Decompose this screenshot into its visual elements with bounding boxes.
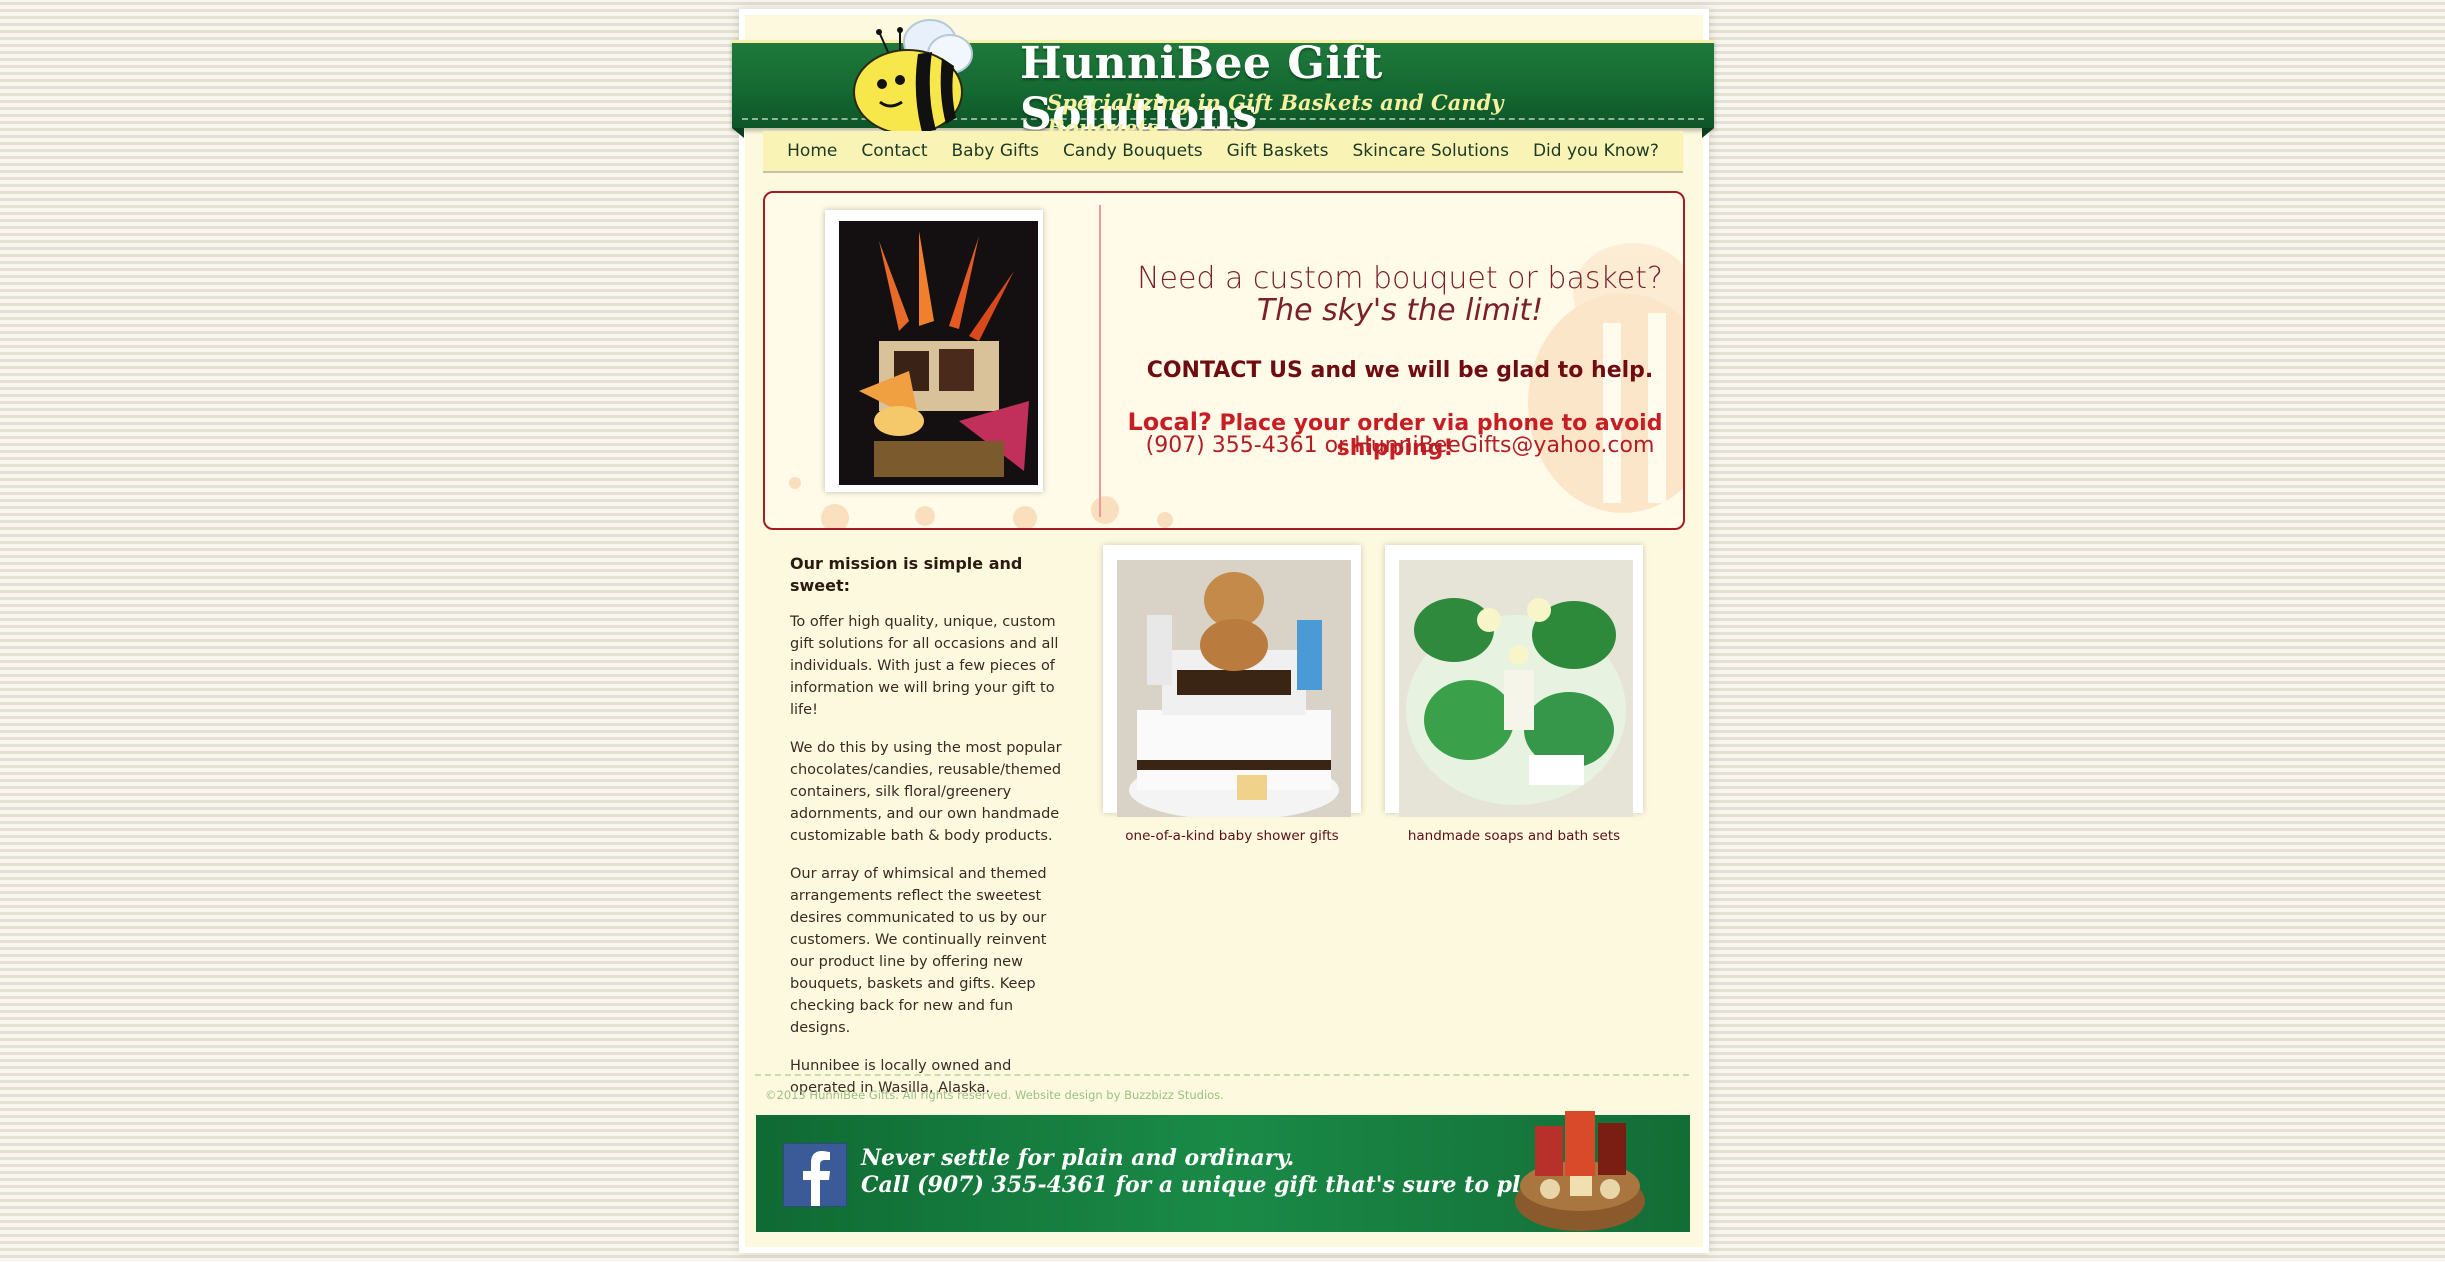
nav-item-gift-baskets[interactable]: Gift Baskets xyxy=(1227,141,1329,161)
gallery-item-baby-shower[interactable]: one-of-a-kind baby shower gifts xyxy=(1103,545,1361,844)
footer-call-to-action: Call (907) 355-4361 for a unique gift th… xyxy=(861,1172,1585,1198)
mission-paragraph-3: Our array of whimsical and themed arrang… xyxy=(790,866,1047,1036)
hero-contact-callout[interactable]: CONTACT US and we will be glad to help. xyxy=(1125,358,1675,383)
footer-banner: Never settle for plain and ordinary. Cal… xyxy=(756,1111,1690,1232)
gift-basket-photo-footer xyxy=(1515,1111,1645,1231)
diaper-cake-photo[interactable] xyxy=(1117,560,1351,817)
mission-section: Our mission is simple and sweet: To offe… xyxy=(790,553,1072,1115)
copyright-text: ©2013 HunniBee Gifts. All rights reserve… xyxy=(765,1088,1224,1102)
nav-item-contact[interactable]: Contact xyxy=(861,141,927,161)
hero-panel: Need a custom bouquet or basket? The sky… xyxy=(763,191,1685,530)
hero-local-label: Local? xyxy=(1127,408,1212,436)
facebook-icon[interactable] xyxy=(783,1143,847,1207)
nav-item-candy-bouquets[interactable]: Candy Bouquets xyxy=(1063,141,1203,161)
hero-subheadline: The sky's the limit! xyxy=(1256,293,1544,328)
nav-item-did-you-know[interactable]: Did you Know? xyxy=(1533,141,1659,161)
gallery-caption-baby: one-of-a-kind baby shower gifts xyxy=(1125,828,1339,844)
gallery-caption-soaps: handmade soaps and bath sets xyxy=(1407,828,1621,844)
hero-contact-details[interactable]: (907) 355-4361 or HunniBeeGifts@yahoo.co… xyxy=(1125,433,1675,458)
hero-headline: Need a custom bouquet or basket? xyxy=(1137,261,1663,296)
bee-mascot-icon[interactable] xyxy=(850,14,980,136)
nav-item-baby-gifts[interactable]: Baby Gifts xyxy=(951,141,1038,161)
mission-heading: Our mission is simple and sweet: xyxy=(790,554,1023,595)
hero-divider xyxy=(1099,205,1101,517)
hero-photo-frame xyxy=(825,210,1043,492)
main-nav: Home Contact Baby Gifts Candy Bouquets G… xyxy=(763,131,1683,173)
nav-item-skincare-solutions[interactable]: Skincare Solutions xyxy=(1352,141,1509,161)
soap-set-photo[interactable] xyxy=(1399,560,1633,817)
footer-slogan: Never settle for plain and ordinary. xyxy=(861,1145,1295,1171)
mission-paragraph-2: We do this by using the most popular cho… xyxy=(790,740,1062,844)
nav-item-home[interactable]: Home xyxy=(787,141,837,161)
mission-paragraph-1: To offer high quality, unique, custom gi… xyxy=(790,614,1059,718)
gift-basket-photo[interactable] xyxy=(839,221,1038,485)
gallery-item-soaps[interactable]: handmade soaps and bath sets xyxy=(1385,545,1643,844)
footer-divider xyxy=(755,1074,1689,1076)
